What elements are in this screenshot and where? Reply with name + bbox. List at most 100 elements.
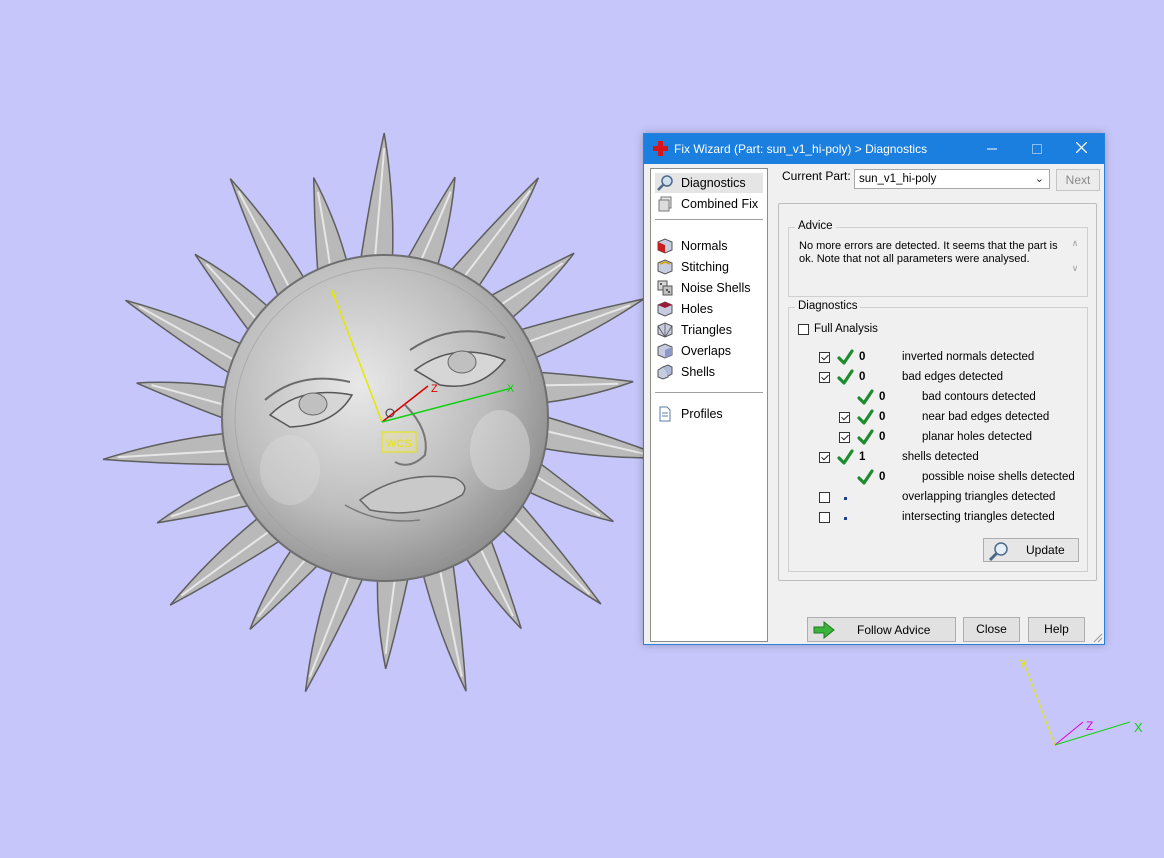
corner-y-label: Y	[1019, 657, 1027, 671]
pending-dot-icon	[844, 497, 847, 500]
cube-hole-icon	[657, 301, 673, 317]
diagnostic-label: shells detected	[902, 451, 979, 463]
diagnostic-row: intersecting triangles detected	[789, 508, 1087, 528]
diagnostic-label: inverted normals detected	[902, 351, 1035, 363]
diagnostic-label: planar holes detected	[922, 431, 1032, 443]
nav-item-normals[interactable]: Normals	[655, 236, 763, 256]
checkmark-icon	[857, 429, 874, 446]
scroll-down-icon[interactable]: ∨	[1069, 263, 1081, 274]
nav-item-overlaps[interactable]: Overlaps	[655, 341, 763, 361]
current-part-value: sun_v1_hi-poly	[859, 173, 937, 185]
magnifier-icon	[989, 542, 1008, 561]
diagnostic-label: bad edges detected	[902, 371, 1004, 383]
chevron-down-icon: ⌄	[1034, 173, 1044, 185]
current-part-select[interactable]: sun_v1_hi-poly ⌄	[854, 169, 1050, 189]
diagnostics-group: Diagnostics Full Analysis 0 inverted norm…	[788, 300, 1088, 572]
minimize-icon	[986, 148, 997, 150]
diagnostic-label: near bad edges detected	[922, 411, 1050, 423]
nav-label: Profiles	[681, 407, 723, 421]
nav-label: Holes	[681, 302, 713, 316]
nav-label: Triangles	[681, 323, 732, 337]
nav-item-triangles[interactable]: Triangles	[655, 320, 763, 340]
advice-scrollbar[interactable]: ∧ ∨	[1069, 238, 1081, 286]
current-part-label: Current Part:	[782, 169, 851, 183]
diagnostic-checkbox[interactable]	[819, 512, 830, 523]
nav-item-stitching[interactable]: Stitching	[655, 257, 763, 277]
diagnostic-checkbox[interactable]	[819, 372, 830, 383]
checkmark-icon	[857, 389, 874, 406]
nav-label: Overlaps	[681, 344, 732, 358]
diagnostic-count: 0	[859, 351, 866, 363]
nav-label: Diagnostics	[681, 176, 746, 190]
nav-label: Noise Shells	[681, 281, 751, 295]
close-window-button[interactable]	[1059, 134, 1104, 164]
nav-label: Normals	[681, 239, 728, 253]
full-analysis-checkbox[interactable]	[798, 324, 809, 335]
nav-label: Stitching	[681, 260, 729, 274]
scroll-up-icon[interactable]: ∧	[1069, 238, 1081, 249]
corner-x-label: X	[1134, 720, 1143, 735]
maximize-button[interactable]	[1014, 134, 1059, 164]
diagnostic-row: 0 possible noise shells detected	[789, 468, 1087, 488]
diagnostics-title: Diagnostics	[795, 300, 861, 312]
advice-text: No more errors are detected. It seems th…	[799, 240, 1058, 265]
sun-model[interactable]	[102, 132, 668, 693]
diagnostic-checkbox[interactable]	[839, 412, 850, 423]
checkmark-icon	[857, 409, 874, 426]
title-bar[interactable]: Fix Wizard (Part: sun_v1_hi-poly) > Diag…	[644, 134, 1104, 164]
nav-item-shells[interactable]: Shells	[655, 362, 763, 382]
close-button[interactable]: Close	[963, 617, 1020, 642]
update-label: Update	[1026, 543, 1065, 557]
diagnostic-count: 0	[879, 431, 886, 443]
nav-item-combined-fix[interactable]: Combined Fix	[655, 194, 763, 214]
nav-item-noise-shells[interactable]: Noise Shells	[655, 278, 763, 298]
checkmark-icon	[857, 469, 874, 486]
nav-item-holes[interactable]: Holes	[655, 299, 763, 319]
diagnostic-row: 0 near bad edges detected	[789, 408, 1087, 428]
wizard-nav: Diagnostics Combined Fix Normals Stitchi…	[650, 168, 768, 642]
follow-advice-button[interactable]: Follow Advice	[807, 617, 956, 642]
next-button[interactable]: Next	[1056, 169, 1100, 191]
diagnostic-checkbox[interactable]	[819, 492, 830, 503]
sun-ray-highlight	[237, 190, 292, 290]
checkmark-icon	[837, 449, 854, 466]
update-button[interactable]: Update	[983, 538, 1079, 562]
nav-item-profiles[interactable]: Profiles	[655, 404, 763, 424]
diagnostic-checkbox[interactable]	[839, 432, 850, 443]
nav-separator	[655, 219, 763, 220]
diagnostic-checkbox[interactable]	[819, 352, 830, 363]
fix-wizard-dialog[interactable]: Fix Wizard (Part: sun_v1_hi-poly) > Diag…	[643, 133, 1105, 645]
diagnostic-row: 0 bad edges detected	[789, 368, 1087, 388]
gizmo-x-label: X	[507, 383, 515, 395]
resize-grip-icon[interactable]	[1093, 633, 1103, 643]
minimize-button[interactable]	[969, 134, 1014, 164]
wcs-label: WCS	[386, 438, 412, 450]
help-button[interactable]: Help	[1028, 617, 1085, 642]
sun-ray-highlight	[138, 305, 237, 362]
cube-overlap-icon	[657, 343, 673, 359]
checkmark-icon	[837, 349, 854, 366]
gizmo-y-label: Y	[330, 291, 338, 303]
cube-red-face-icon	[657, 238, 673, 254]
corner-z-label: Z	[1086, 719, 1093, 733]
pending-dot-icon	[844, 517, 847, 520]
diagnostic-row: 1 shells detected	[789, 448, 1087, 468]
follow-advice-label: Follow Advice	[857, 623, 931, 637]
checkmark-icon	[837, 369, 854, 386]
diagnostic-label: overlapping triangles detected	[902, 491, 1056, 503]
corner-axis-indicator: Y Z X	[1019, 657, 1143, 746]
dialog-title: Fix Wizard (Part: sun_v1_hi-poly) > Diag…	[674, 142, 928, 156]
dice-icon	[657, 280, 673, 296]
diagnostic-row: 0 inverted normals detected	[789, 348, 1087, 368]
arrow-right-icon	[813, 621, 835, 639]
diagnostic-count: 0	[859, 371, 866, 383]
diagnostic-count: 0	[879, 471, 886, 483]
advice-group: Advice No more errors are detected. It s…	[788, 220, 1088, 297]
red-cross-icon	[653, 141, 668, 156]
nav-item-diagnostics[interactable]: Diagnostics	[655, 173, 763, 193]
sun-ray-highlight	[462, 189, 532, 279]
diagnostic-checkbox[interactable]	[819, 452, 830, 463]
cube-stitch-icon	[657, 259, 673, 275]
diagnostic-row: 0 planar holes detected	[789, 428, 1087, 448]
close-icon	[1075, 141, 1088, 154]
